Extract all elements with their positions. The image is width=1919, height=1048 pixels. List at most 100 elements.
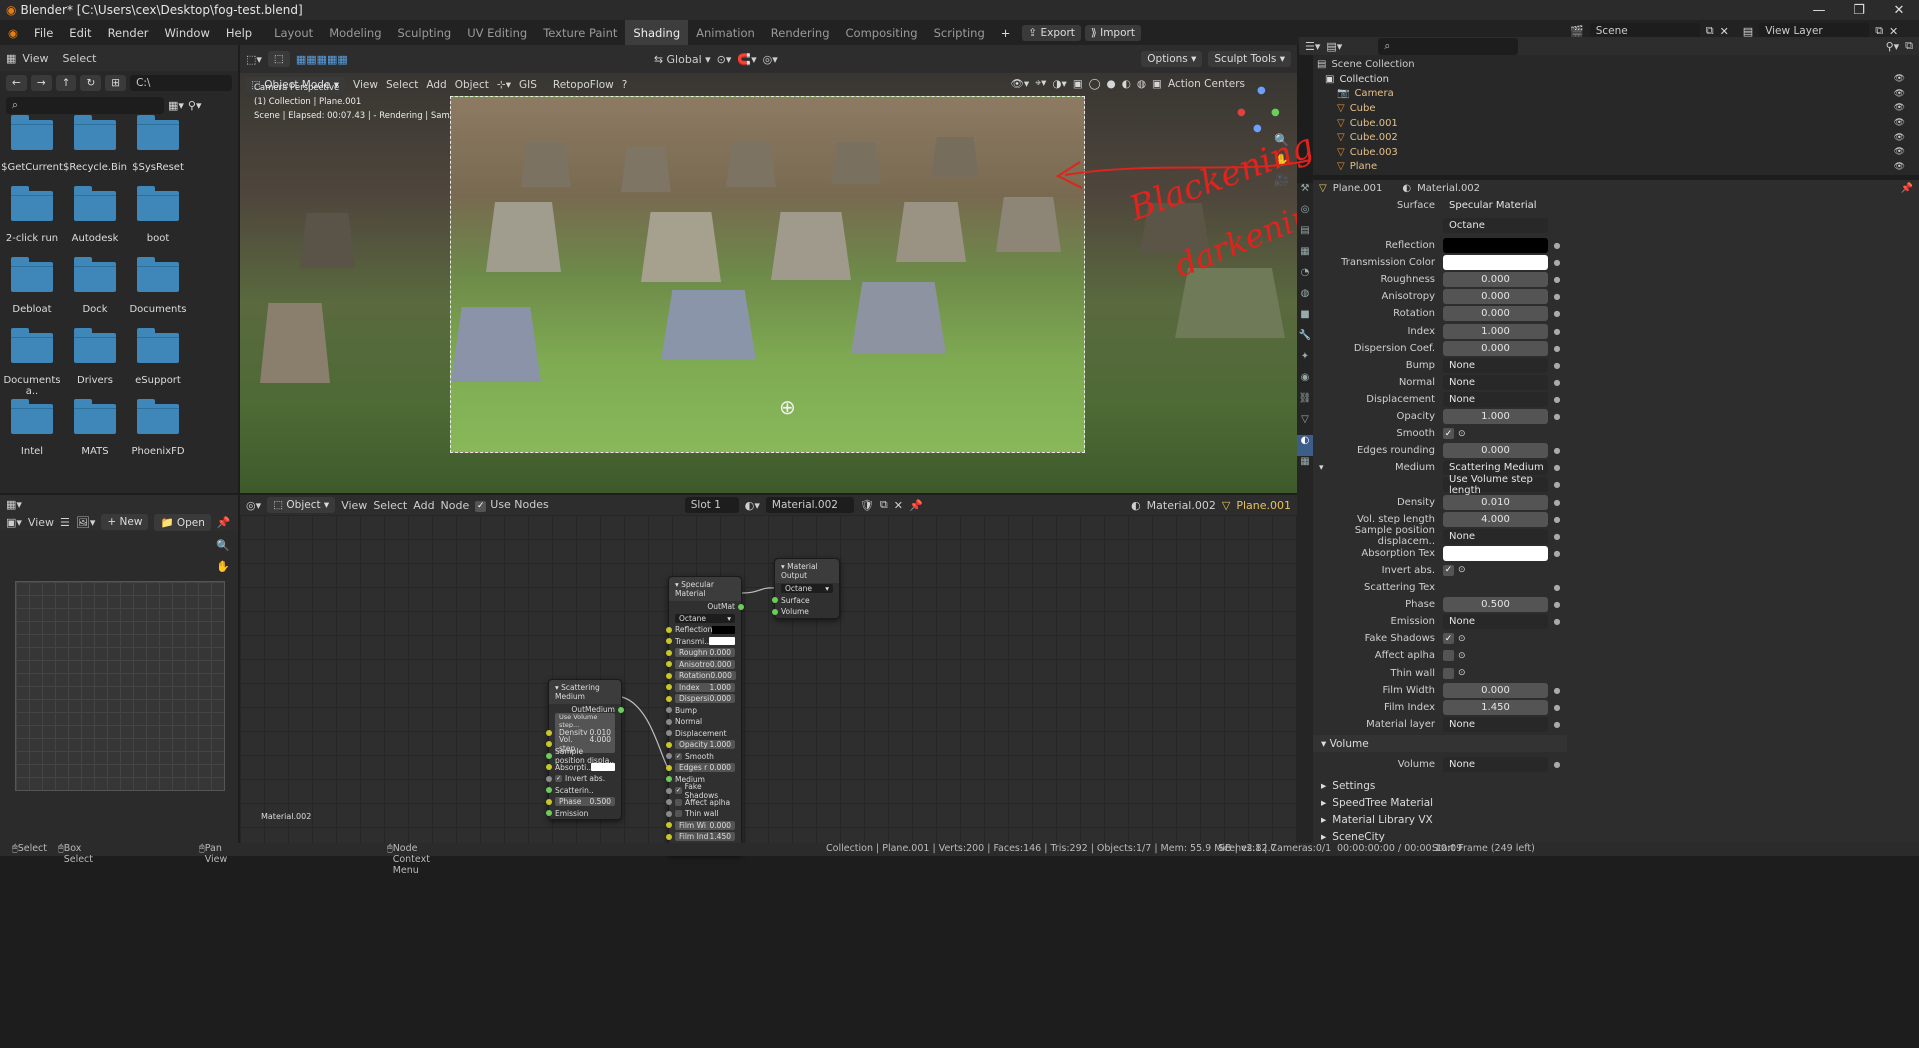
properties-tab-data-icon[interactable]: ▽ bbox=[1297, 414, 1313, 435]
snap-icon[interactable]: 🧲▾ bbox=[737, 53, 756, 66]
workspace-tab-shading[interactable]: Shading bbox=[625, 20, 689, 45]
property-checkbox[interactable]: ✓ bbox=[1443, 633, 1454, 645]
folder-item[interactable]: 2-click run bbox=[0, 186, 64, 244]
folder-item[interactable]: $GetCurrent bbox=[0, 115, 64, 173]
link-icon[interactable]: ● bbox=[1552, 361, 1562, 370]
maximize-button[interactable]: ❐ bbox=[1839, 0, 1879, 20]
property-checkbox[interactable]: ✓ bbox=[1443, 428, 1454, 440]
folder-item[interactable]: Documents bbox=[126, 257, 190, 315]
duplicate-material-icon[interactable]: ⧉ bbox=[880, 498, 888, 512]
pin-icon[interactable]: 📌 bbox=[909, 499, 923, 512]
link-icon[interactable]: ● bbox=[1552, 549, 1562, 558]
link-icon[interactable]: ● bbox=[1552, 760, 1562, 769]
link-icon[interactable]: ● bbox=[1552, 446, 1562, 455]
link-icon[interactable]: ● bbox=[1552, 378, 1562, 387]
shader-type-dropdown[interactable]: ⬚ Object ▾ bbox=[267, 497, 336, 513]
forward-icon[interactable]: → bbox=[30, 75, 52, 91]
volume-section-header[interactable]: ▾ Volume bbox=[1313, 735, 1567, 752]
property-checkbox[interactable] bbox=[1443, 667, 1454, 679]
node-value-field[interactable]: Index 1.000 bbox=[675, 682, 735, 692]
eye-icon[interactable]: 👁 bbox=[1894, 103, 1905, 113]
link-icon[interactable]: ● bbox=[1552, 703, 1562, 712]
properties-tab-modifier-icon[interactable]: 🔧 bbox=[1297, 330, 1313, 351]
property-number-field[interactable]: 1.000 bbox=[1443, 409, 1548, 424]
fb-menu-select[interactable]: Select bbox=[63, 52, 97, 65]
node-input-row[interactable]: Affect aplha bbox=[666, 797, 741, 809]
node-input-row[interactable]: Reflection bbox=[666, 624, 741, 636]
link-icon[interactable]: ● bbox=[1552, 515, 1562, 524]
outliner-search-input[interactable]: ⌕ bbox=[1378, 37, 1519, 55]
close-button[interactable]: ✕ bbox=[1879, 0, 1919, 20]
color-swatch[interactable] bbox=[708, 637, 735, 646]
ie-menu-view[interactable]: View bbox=[28, 516, 54, 529]
workspace-tab-scripting[interactable]: Scripting bbox=[926, 20, 993, 45]
folder-item[interactable]: boot bbox=[126, 186, 190, 244]
node-title[interactable]: ▾ Scattering Medium bbox=[549, 680, 621, 704]
options-dropdown[interactable]: Options ▾ bbox=[1141, 51, 1203, 67]
new-folder-icon[interactable]: ⊞ bbox=[105, 75, 127, 91]
checkbox[interactable]: ✓ bbox=[555, 775, 562, 783]
node-socket[interactable] bbox=[666, 661, 672, 668]
link-icon[interactable]: ● bbox=[1552, 686, 1562, 695]
node-input-row[interactable]: Emission bbox=[546, 808, 621, 820]
back-icon[interactable]: ← bbox=[6, 75, 27, 91]
properties-tab-physics-icon[interactable]: ◉ bbox=[1297, 372, 1313, 393]
node-input-row[interactable]: Displacement bbox=[666, 728, 741, 740]
link-icon[interactable]: ● bbox=[1552, 275, 1562, 284]
pivot-icon[interactable]: ⊙▾ bbox=[717, 53, 732, 66]
eye-icon[interactable]: 👁 bbox=[1894, 118, 1905, 128]
properties-tab-output-icon[interactable]: ▤ bbox=[1297, 225, 1313, 246]
link-icon[interactable]: ● bbox=[1552, 720, 1562, 729]
node-value-field[interactable]: Rotation 0.000 bbox=[675, 671, 736, 681]
color-swatch[interactable] bbox=[712, 625, 735, 634]
panel-section-header[interactable]: ▸ Material Library VX bbox=[1313, 811, 1567, 828]
property-dropdown[interactable]: None bbox=[1443, 391, 1548, 407]
blender-menu-icon[interactable]: ◉ bbox=[0, 26, 26, 40]
node-socket[interactable] bbox=[666, 810, 672, 817]
property-dropdown[interactable]: None bbox=[1443, 528, 1548, 544]
workspace-tab-compositing[interactable]: Compositing bbox=[838, 20, 926, 45]
node-input-row[interactable]: Index 1.000 bbox=[666, 682, 741, 694]
path-field[interactable]: C:\ bbox=[130, 75, 232, 91]
checkbox[interactable] bbox=[675, 798, 682, 806]
folder-item[interactable]: Intel bbox=[0, 399, 64, 457]
eye-icon[interactable]: 👁 bbox=[1894, 89, 1905, 99]
xray-icon[interactable]: ▣ bbox=[1073, 78, 1083, 90]
node-input-row[interactable]: Dispersi 0.000 bbox=[666, 693, 741, 705]
shading-solid-icon[interactable]: ● bbox=[1107, 78, 1116, 90]
node-socket[interactable] bbox=[666, 833, 672, 840]
outliner-item[interactable]: ▣ Collection 👁 bbox=[1325, 72, 1913, 87]
node-socket[interactable] bbox=[772, 608, 778, 615]
property-checkbox[interactable] bbox=[1443, 650, 1454, 662]
surface-shader-field[interactable]: Specular Material bbox=[1443, 198, 1548, 213]
workspace-tab-layout[interactable]: Layout bbox=[266, 20, 321, 45]
node-socket[interactable] bbox=[666, 764, 672, 771]
property-dropdown[interactable]: None bbox=[1443, 374, 1548, 390]
node-socket[interactable] bbox=[666, 718, 672, 725]
menu-window[interactable]: Window bbox=[157, 26, 218, 40]
node-socket[interactable] bbox=[546, 752, 552, 759]
node-socket[interactable] bbox=[546, 729, 552, 736]
refresh-icon[interactable]: ↻ bbox=[80, 75, 102, 91]
display-mode-icon[interactable]: ▦▾ bbox=[168, 99, 184, 112]
checkbox[interactable]: ✓ bbox=[675, 752, 682, 760]
unlink-material-icon[interactable]: ✕ bbox=[894, 499, 903, 512]
property-number-field[interactable]: 0.000 bbox=[1443, 272, 1548, 288]
node-target-dropdown[interactable]: Octane ▾ bbox=[781, 584, 833, 594]
view-mode-icon[interactable]: ▣▾ bbox=[6, 516, 22, 529]
search-input[interactable]: ⌕ bbox=[6, 97, 164, 114]
fake-user-icon[interactable]: 🛡 bbox=[860, 499, 874, 512]
new-collection-icon[interactable]: ⧉ bbox=[1905, 39, 1913, 53]
node-socket[interactable] bbox=[666, 822, 672, 829]
node-socket[interactable] bbox=[666, 672, 672, 679]
keyframe-icon[interactable]: ⊙ bbox=[1458, 651, 1466, 661]
workspace-tab-uv-editing[interactable]: UV Editing bbox=[459, 20, 535, 45]
node-value-field[interactable]: Anisotro 0.000 bbox=[675, 659, 736, 669]
node-specular-material[interactable]: ▾ Specular Material OutMat Octane ▾ Refle… bbox=[666, 576, 744, 855]
node-socket[interactable] bbox=[738, 603, 744, 610]
node-socket[interactable] bbox=[666, 638, 672, 645]
property-color-swatch[interactable] bbox=[1443, 238, 1548, 253]
folder-item[interactable]: $Recycle.Bin bbox=[63, 115, 127, 173]
outliner-item[interactable]: ▽ Cube.002 👁 bbox=[1337, 130, 1913, 145]
pin-icon[interactable]: 📌 bbox=[217, 516, 231, 529]
